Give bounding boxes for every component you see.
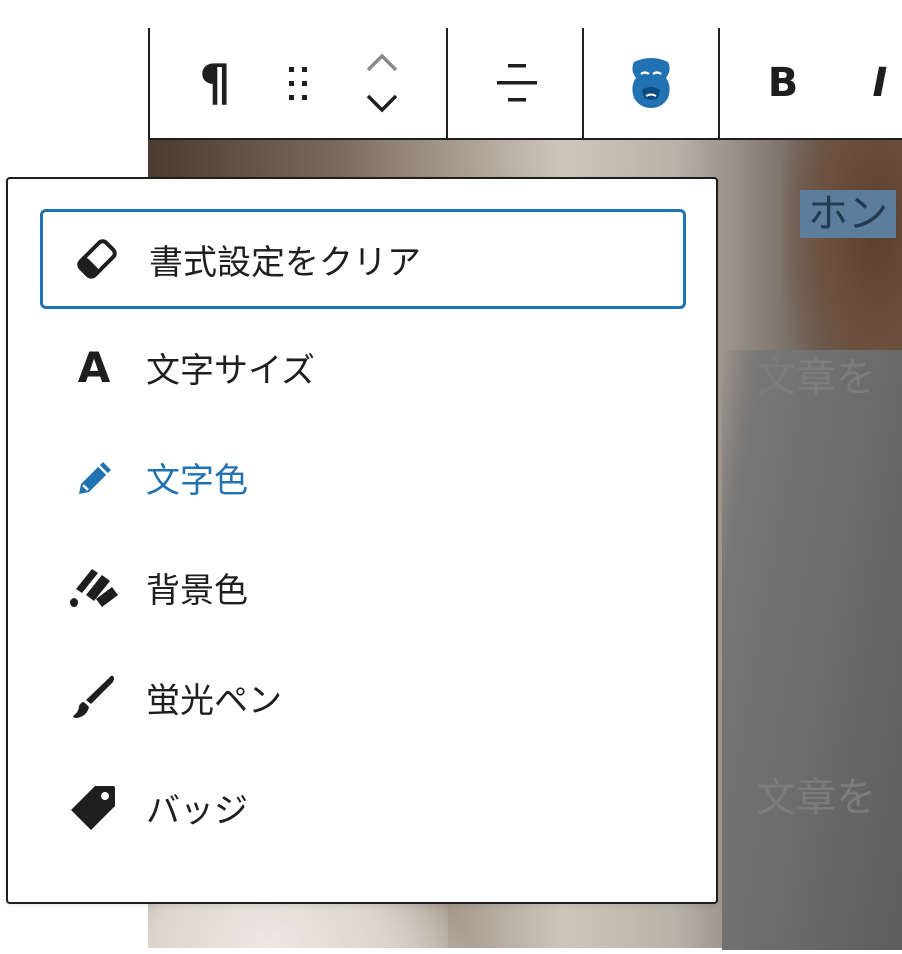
menu-item-label: 書式設定をクリア [149, 242, 421, 283]
move-buttons [350, 28, 414, 138]
gorilla-icon [632, 58, 670, 108]
tag-icon [64, 777, 124, 837]
paragraph-icon: ¶ [199, 54, 231, 112]
drag-handle-icon [289, 67, 307, 100]
bold-button[interactable]: B [748, 28, 818, 138]
block-toolbar: ¶ B I [148, 28, 902, 140]
menu-item-highlighter[interactable]: 蛍光ペン [40, 647, 686, 747]
brush-icon [64, 667, 124, 727]
pencil-icon [64, 447, 124, 507]
font-size-icon: A [77, 342, 111, 392]
paragraph-block-button[interactable]: ¶ [180, 28, 250, 138]
menu-item-text-color[interactable]: 文字色 [40, 427, 686, 527]
plugin-button[interactable] [616, 28, 686, 138]
menu-item-label: 文字サイズ [146, 350, 315, 391]
format-dropdown-menu: 書式設定をクリア A 文字サイズ 文字色 背景色 蛍光ペン バッジ [6, 177, 718, 904]
menu-item-clear-formatting[interactable]: 書式設定をクリア [40, 209, 686, 309]
chevron-down-icon[interactable] [366, 94, 398, 113]
menu-item-label: バッジ [146, 790, 248, 831]
italic-button[interactable]: I [850, 28, 902, 138]
eraser-icon [67, 229, 127, 289]
selected-text[interactable]: ホン [800, 190, 896, 238]
align-center-icon [497, 64, 537, 102]
menu-item-label: 背景色 [146, 570, 248, 611]
align-button[interactable] [480, 28, 554, 138]
menu-item-font-size[interactable]: A 文字サイズ [40, 317, 686, 417]
paragraph-text[interactable]: 文章を [756, 765, 876, 823]
chevron-up-icon[interactable] [366, 53, 398, 72]
menu-item-label: 蛍光ペン [146, 680, 282, 721]
drag-handle[interactable] [268, 28, 328, 138]
paint-roller-icon [64, 557, 124, 617]
menu-item-badge[interactable]: バッジ [40, 757, 686, 857]
menu-item-background-color[interactable]: 背景色 [40, 537, 686, 637]
menu-item-label: 文字色 [146, 460, 248, 501]
paragraph-text[interactable]: 文章を [756, 345, 876, 403]
